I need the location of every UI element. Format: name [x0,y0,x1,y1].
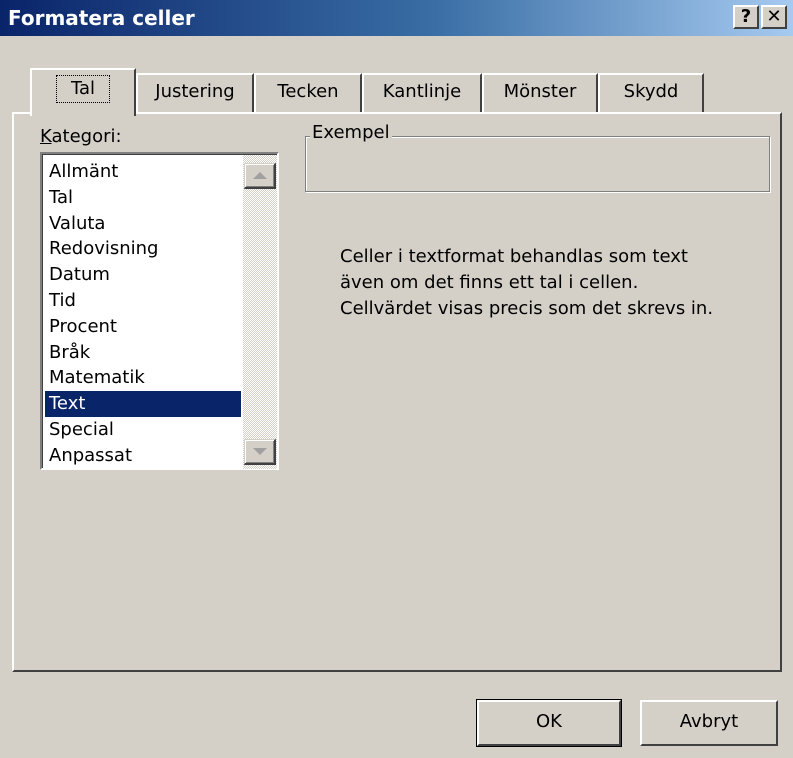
tab-label: Kantlinje [382,81,462,102]
list-item[interactable]: Matematik [45,365,241,391]
list-item[interactable]: Text [45,391,241,417]
list-item[interactable]: Anpassat [45,443,241,469]
window-title: Formatera celler [8,6,195,30]
scroll-up-button[interactable] [244,163,276,189]
ok-button[interactable]: OK [476,699,622,747]
format-cells-dialog: Formatera celler ? ✕ Tal Justering Tecke… [0,0,793,758]
arrow-up-icon [253,172,267,179]
tab-kantlinje[interactable]: Kantlinje [362,73,482,113]
list-item[interactable]: Valuta [45,211,241,237]
description-line: Celler i textformat behandlas som text [340,246,688,267]
category-listbox[interactable]: Allmänt Tal Valuta Redovisning Datum Tid… [40,152,279,470]
tab-label: Justering [155,81,235,102]
category-list: Allmänt Tal Valuta Redovisning Datum Tid… [45,159,241,469]
tab-tal[interactable]: Tal [30,68,136,116]
category-listbox-inner: Allmänt Tal Valuta Redovisning Datum Tid… [42,154,277,469]
scroll-down-button[interactable] [244,439,276,465]
tab-label: Mönster [503,81,577,102]
list-item[interactable]: Datum [45,262,241,288]
help-button[interactable]: ? [733,5,759,29]
close-button[interactable]: ✕ [761,5,787,29]
list-item[interactable]: Bråk [45,340,241,366]
category-label: Kategori: [40,126,122,147]
description-line: Cellvärdet visas precis som det skrevs i… [340,298,714,319]
tab-skydd[interactable]: Skydd [598,73,704,113]
list-item[interactable]: Allmänt [45,159,241,185]
tab-justering[interactable]: Justering [136,73,254,113]
title-bar[interactable]: Formatera celler ? ✕ [0,0,793,36]
cancel-button[interactable]: Avbryt [640,700,778,746]
tab-label: Skydd [623,81,679,102]
category-label-rest: ategori: [51,126,122,147]
list-item[interactable]: Tal [45,185,241,211]
example-groupbox [305,136,770,192]
format-description: Celler i textformat behandlas som text ä… [340,244,770,322]
list-item[interactable]: Tid [45,288,241,314]
list-item[interactable]: Procent [45,314,241,340]
tab-tecken[interactable]: Tecken [254,73,362,113]
tab-label: Tal [55,75,111,103]
arrow-down-icon [253,448,267,455]
category-label-mnemonic: K [40,126,52,147]
list-item[interactable]: Redovisning [45,236,241,262]
tab-label: Tecken [277,81,339,102]
example-label: Exempel [310,122,392,143]
vertical-scrollbar[interactable] [243,155,277,469]
description-line: även om det finns ett tal i cellen. [340,272,639,293]
tab-monster[interactable]: Mönster [482,73,598,113]
list-item[interactable]: Special [45,417,241,443]
